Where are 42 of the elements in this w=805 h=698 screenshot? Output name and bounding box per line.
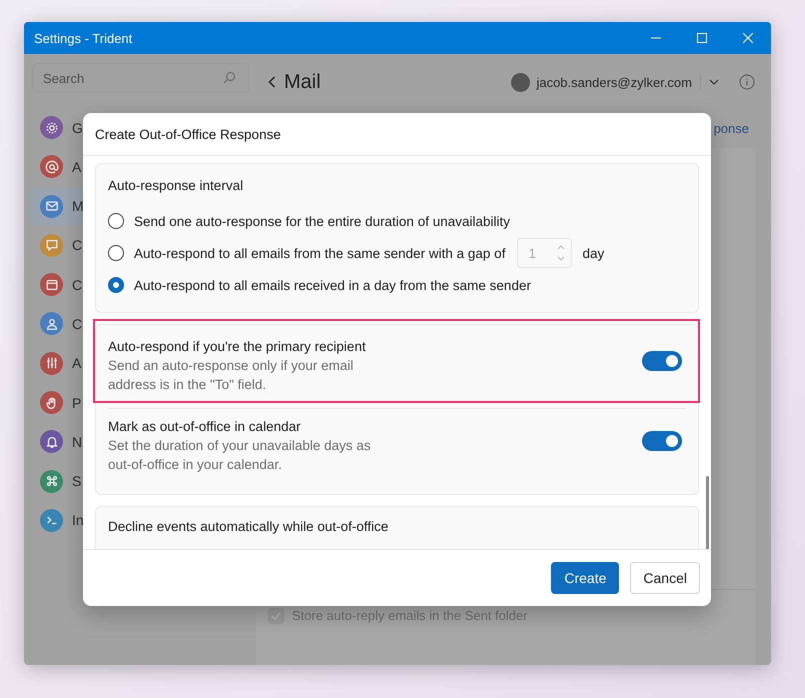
radio-button[interactable] bbox=[108, 277, 124, 293]
option-title: Mark as out-of-office in calendar bbox=[108, 419, 302, 434]
toggle-switch[interactable] bbox=[642, 351, 682, 371]
maximize-icon bbox=[697, 33, 707, 43]
sidebar-item[interactable]: In bbox=[30, 502, 90, 539]
toggle-switch[interactable] bbox=[642, 431, 682, 451]
avatar-icon bbox=[511, 72, 530, 92]
chevron-down-icon[interactable] bbox=[709, 79, 719, 85]
radio-button[interactable] bbox=[108, 213, 124, 229]
dialog-title: Create Out-of-Office Response bbox=[83, 113, 711, 156]
unit-label: day bbox=[582, 246, 604, 260]
create-button[interactable]: Create bbox=[551, 562, 620, 594]
sidebar-item[interactable]: C bbox=[30, 266, 90, 304]
option-description: Set the duration of your unavailable days as out-of-office in your calendar. bbox=[108, 437, 372, 474]
option-title: Decline events automatically while out-of-office bbox=[108, 519, 390, 534]
sidebar-item[interactable]: S bbox=[30, 462, 90, 500]
window-title: Settings - Trident bbox=[34, 30, 134, 46]
sidebar-item[interactable]: C bbox=[30, 226, 90, 264]
radio-button[interactable] bbox=[108, 245, 124, 261]
response-link[interactable]: ponse bbox=[714, 121, 749, 136]
info-icon[interactable] bbox=[739, 74, 755, 90]
minimize-icon bbox=[651, 37, 661, 39]
page-title: Mail bbox=[284, 70, 322, 94]
close-icon bbox=[743, 33, 753, 43]
search-field[interactable]: Search bbox=[32, 63, 250, 93]
account-email: jacob.sanders@zylker.com bbox=[536, 74, 701, 90]
search-icon bbox=[223, 71, 236, 84]
back-icon[interactable] bbox=[268, 76, 276, 88]
option-title: Auto-respond if you're the primary recipient bbox=[108, 339, 367, 354]
sidebar-item[interactable]: C bbox=[30, 305, 90, 342]
section-heading: Auto-response interval bbox=[108, 178, 244, 193]
sidebar-item[interactable]: N bbox=[30, 423, 90, 460]
sidebar-item[interactable]: P bbox=[30, 384, 90, 422]
checkmark-icon bbox=[271, 612, 281, 620]
sidebar-item[interactable]: A bbox=[30, 344, 90, 382]
scrollbar[interactable] bbox=[706, 476, 709, 549]
option-label: Auto-respond to all emails received in a day from the same sender bbox=[134, 278, 531, 292]
option-label: Auto-respond to all emails from the same sender with a gap of bbox=[134, 246, 506, 260]
checkbox[interactable] bbox=[268, 608, 284, 624]
cancel-button[interactable]: Cancel bbox=[630, 562, 700, 594]
option-label: Send one auto-response for the entire duration of unavailability bbox=[134, 214, 510, 228]
option-description: Send an auto-response only if your email address is in the "To" field. bbox=[108, 357, 354, 394]
